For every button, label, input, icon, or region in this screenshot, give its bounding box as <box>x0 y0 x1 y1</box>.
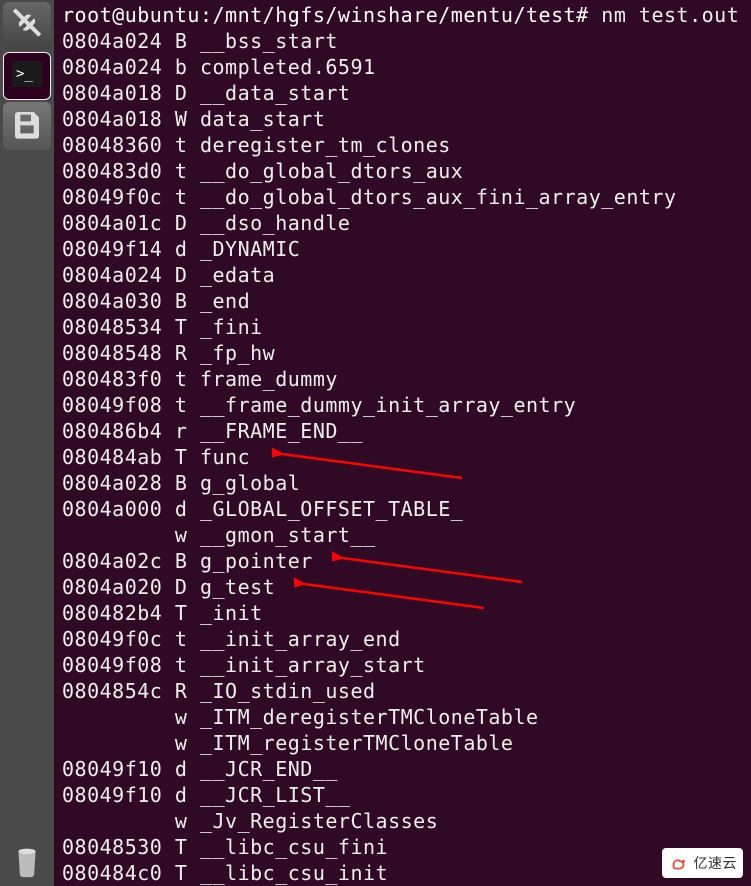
nm-line: 080486b4 r __FRAME_END__ <box>62 418 743 444</box>
nm-line: 080483d0 t __do_global_dtors_aux <box>62 158 743 184</box>
watermark-text: 亿速云 <box>694 850 738 876</box>
nm-line: 0804a000 d _GLOBAL_OFFSET_TABLE_ <box>62 496 743 522</box>
watermark-logo-icon <box>668 852 690 874</box>
launcher-bar: >_ <box>0 0 54 886</box>
nm-line: 08049f0c t __init_array_end <box>62 626 743 652</box>
shell-prompt: root@ubuntu:/mnt/hgfs/winshare/mentu/tes… <box>62 3 589 27</box>
nm-line: 08049f08 t __init_array_start <box>62 652 743 678</box>
nm-line: 080483f0 t frame_dummy <box>62 366 743 392</box>
nm-line: 080484ab T func <box>62 444 743 470</box>
nm-line: 08049f08 t __frame_dummy_init_array_entr… <box>62 392 743 418</box>
nm-line: 0804854c R _IO_stdin_used <box>62 678 743 704</box>
nm-line: 0804a01c D __dso_handle <box>62 210 743 236</box>
nm-line: 08049f10 d __JCR_LIST__ <box>62 782 743 808</box>
nm-line: 0804a024 B __bss_start <box>62 28 743 54</box>
nm-line: 080482b4 T _init <box>62 600 743 626</box>
nm-line: 0804a028 B g_global <box>62 470 743 496</box>
nm-line: 0804a030 B _end <box>62 288 743 314</box>
watermark: 亿速云 <box>662 848 744 878</box>
nm-line: 08049f14 d _DYNAMIC <box>62 236 743 262</box>
nm-line: 0804a018 D __data_start <box>62 80 743 106</box>
nm-line: 08048360 t deregister_tm_clones <box>62 132 743 158</box>
nm-output: 0804a024 B __bss_start0804a024 b complet… <box>62 28 743 886</box>
terminal[interactable]: root@ubuntu:/mnt/hgfs/winshare/mentu/tes… <box>54 0 751 886</box>
nm-line: 0804a02c B g_pointer <box>62 548 743 574</box>
nm-line: 080484c0 T __libc_csu_init <box>62 860 743 886</box>
terminal-icon: >_ <box>12 61 42 91</box>
nm-line: 08048530 T __libc_csu_fini <box>62 834 743 860</box>
nm-line: 08048548 R _fp_hw <box>62 340 743 366</box>
nm-line: w _ITM_deregisterTMCloneTable <box>62 704 743 730</box>
nm-line: 0804a024 D _edata <box>62 262 743 288</box>
svg-text:>_: >_ <box>16 66 33 82</box>
prompt-line: root@ubuntu:/mnt/hgfs/winshare/mentu/tes… <box>62 2 743 28</box>
nm-line: 0804a024 b completed.6591 <box>62 54 743 80</box>
nm-line: 0804a018 W data_start <box>62 106 743 132</box>
nm-line: w __gmon_start__ <box>62 522 743 548</box>
nm-line: w _ITM_registerTMCloneTable <box>62 730 743 756</box>
floppy-icon <box>11 108 43 144</box>
nm-line: 08049f10 d __JCR_END__ <box>62 756 743 782</box>
launcher-save[interactable] <box>3 102 51 150</box>
terminal-window: root@ubuntu:/mnt/hgfs/winshare/mentu/tes… <box>54 0 751 886</box>
trash-icon <box>9 840 45 884</box>
nm-line: w _Jv_RegisterClasses <box>62 808 743 834</box>
nm-line: 0804a020 D g_test <box>62 574 743 600</box>
launcher-settings[interactable] <box>3 2 51 50</box>
launcher-terminal[interactable]: >_ <box>3 52 51 100</box>
nm-line: 08049f0c t __do_global_dtors_aux_fini_ar… <box>62 184 743 210</box>
nm-line: 08048534 T _fini <box>62 314 743 340</box>
gear-wrench-icon <box>10 7 44 45</box>
shell-command: nm test.out <box>601 3 739 27</box>
launcher-trash[interactable] <box>3 838 51 886</box>
